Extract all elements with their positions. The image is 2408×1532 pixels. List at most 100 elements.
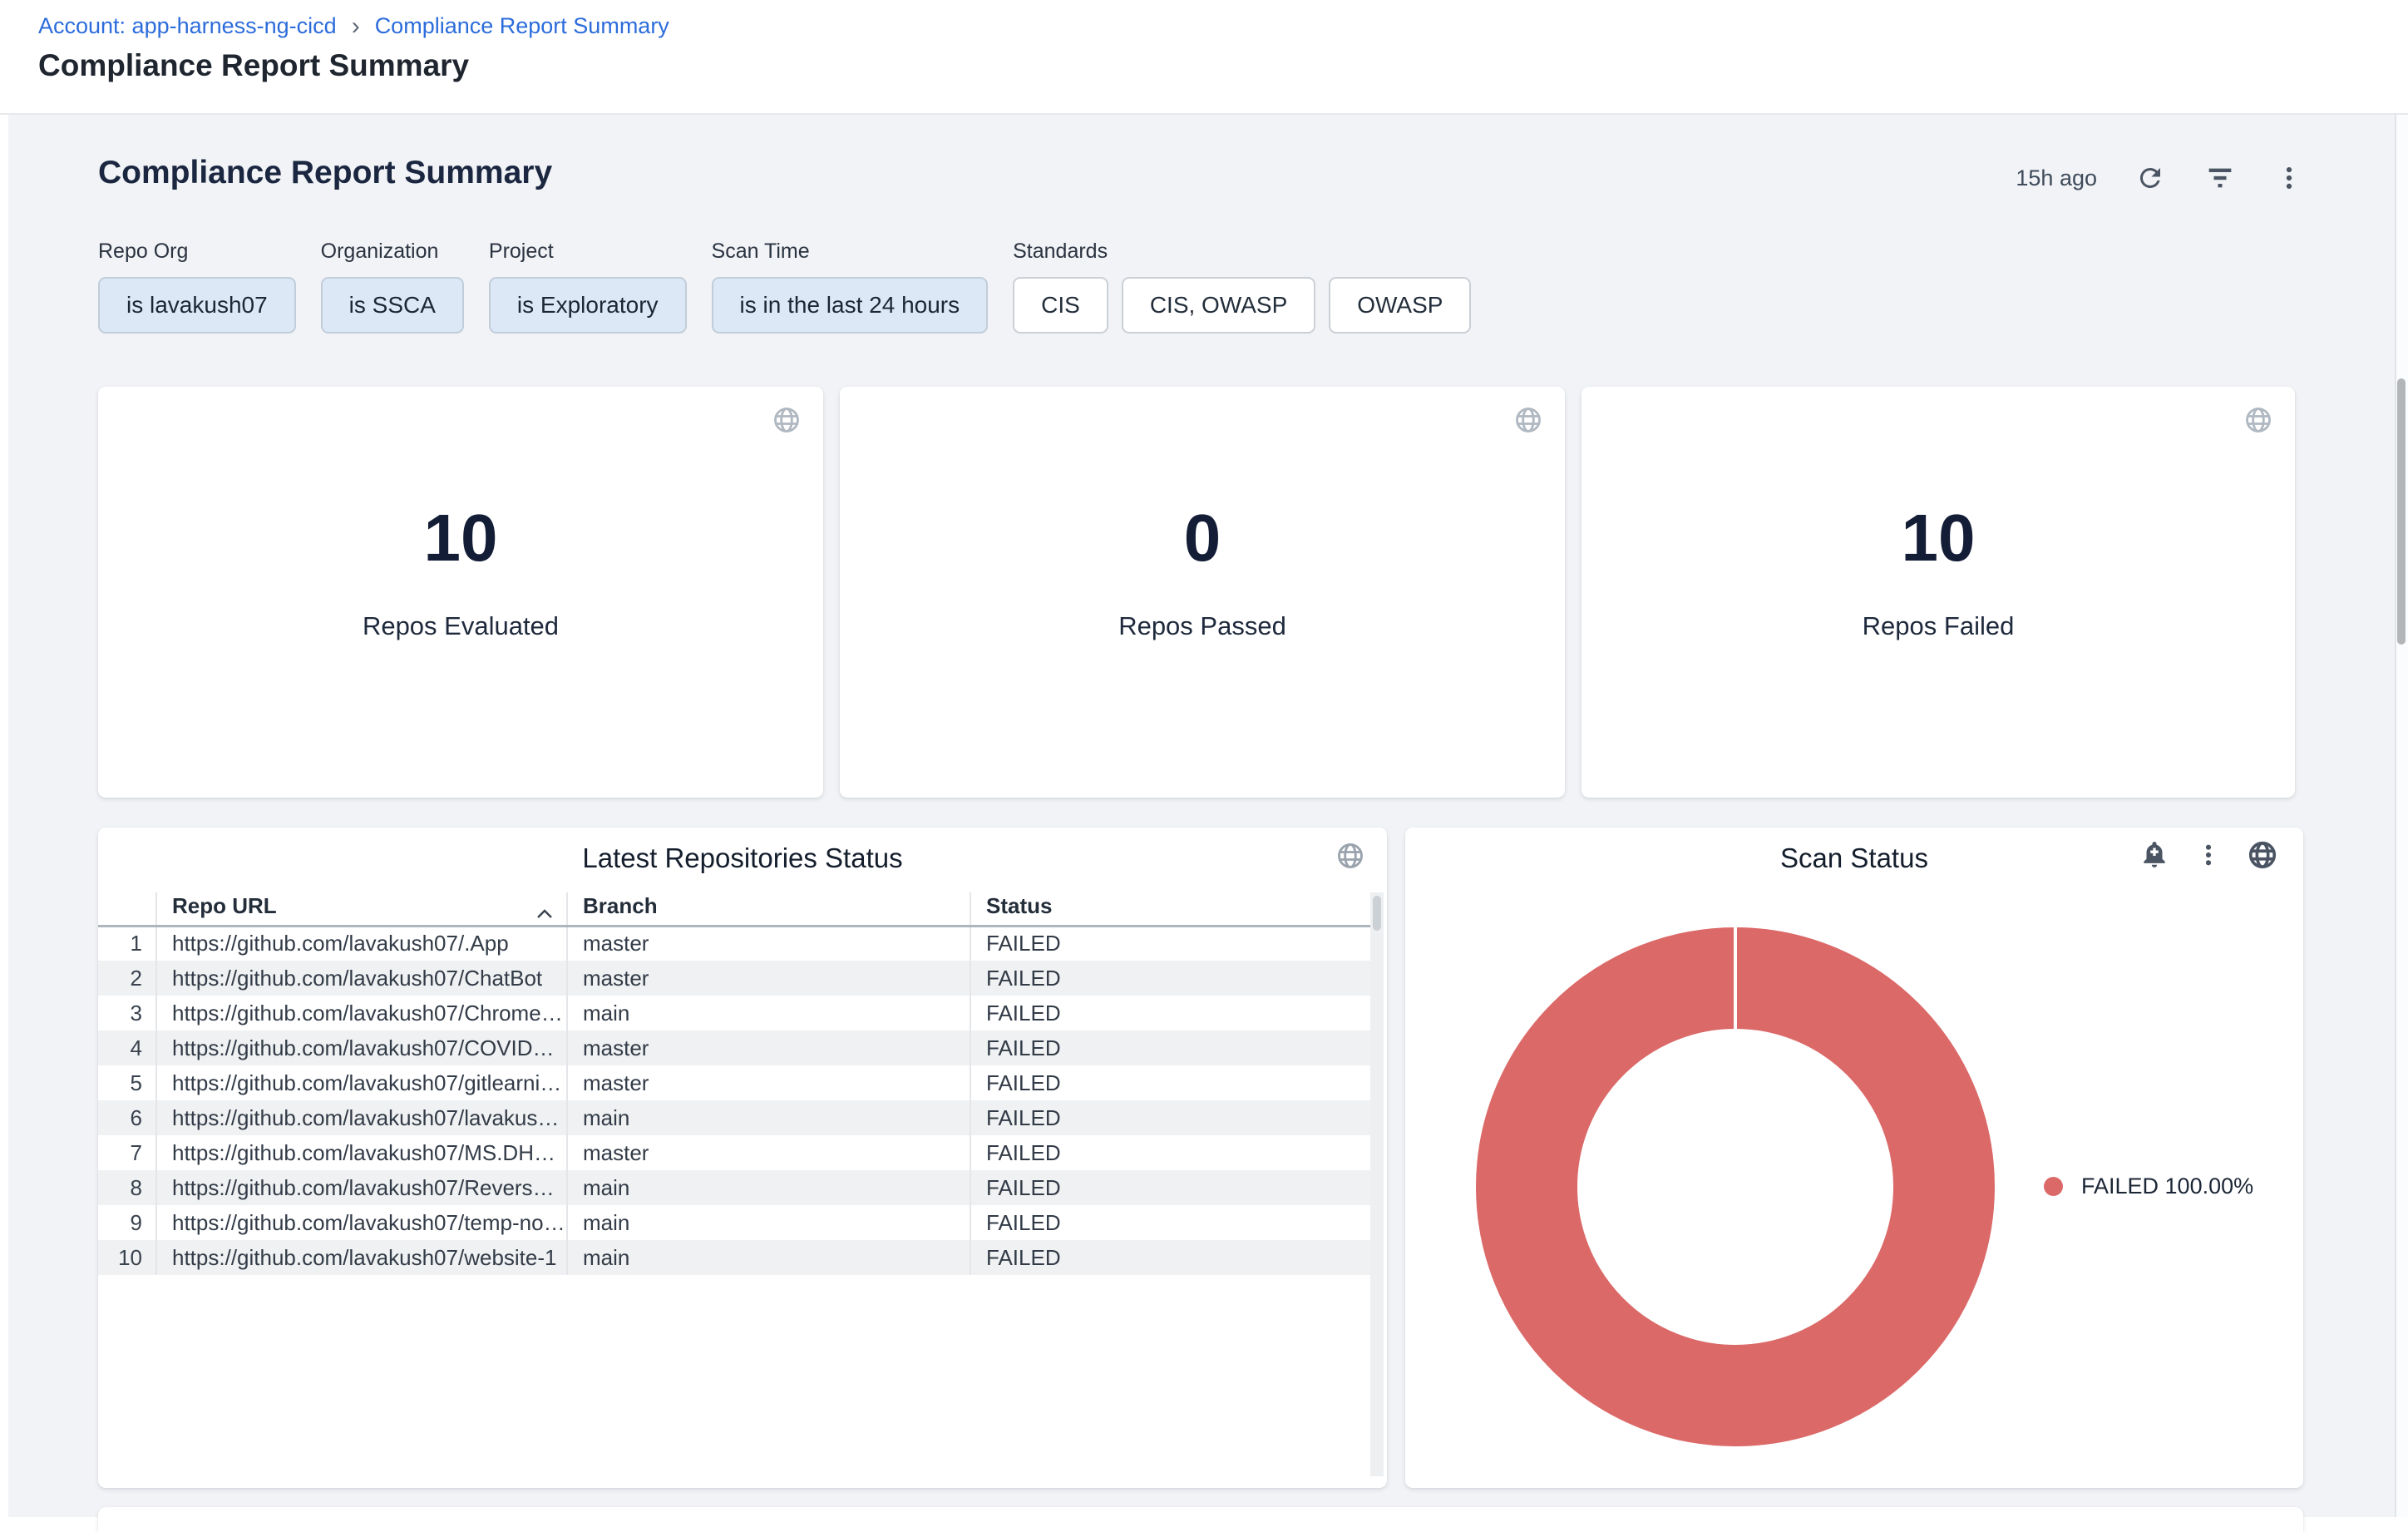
row-number: 1 (98, 926, 156, 961)
stat-tiles-row: 10 Repos Evaluated 0 Repos Passed 10 Rep… (98, 387, 2295, 798)
filter-label: Scan Time (712, 240, 989, 264)
table-row[interactable]: 7 https://github.com/lavakush07/MS.DHO… … (98, 1135, 1374, 1170)
legend-label: FAILED 100.00% (2081, 1174, 2253, 1199)
table-row[interactable]: 1 https://github.com/lavakush07/.App mas… (98, 926, 1374, 961)
row-number: 10 (98, 1240, 156, 1275)
filter-chip-repo-org[interactable]: is lavakush07 (98, 277, 296, 334)
globe-icon (2243, 405, 2273, 439)
table-row[interactable]: 6 https://github.com/lavakush07/lavakush… (98, 1100, 1374, 1135)
cell-status: FAILED (970, 1135, 1374, 1170)
breadcrumb-current-link[interactable]: Compliance Report Summary (375, 13, 669, 39)
kebab-menu-icon[interactable] (2275, 164, 2303, 192)
last-refresh-time: 15h ago (2016, 166, 2097, 191)
cell-repo-url: https://github.com/lavakush07/gitlearni… (156, 1065, 567, 1100)
stat-label: Repos Evaluated (363, 611, 559, 641)
filter-scan-time: Scan Time is in the last 24 hours (712, 240, 989, 334)
scan-status-card: Scan Status (1405, 828, 2303, 1488)
refresh-icon[interactable] (2135, 163, 2165, 193)
cell-branch: main (567, 1100, 970, 1135)
tile-repos-failed: 10 Repos Failed (1581, 387, 2295, 798)
column-header-status[interactable]: Status (970, 892, 1374, 926)
table-row[interactable]: 5 https://github.com/lavakush07/gitlearn… (98, 1065, 1374, 1100)
table-row[interactable]: 4 https://github.com/lavakush07/COVID_T…… (98, 1030, 1374, 1065)
filter-label: Repo Org (98, 240, 296, 264)
filter-organization: Organization is SSCA (321, 240, 464, 334)
cell-repo-url: https://github.com/lavakush07/website-1 (156, 1240, 567, 1275)
table-scrollbar-track[interactable] (1370, 892, 1384, 1476)
filter-chip-project[interactable]: is Exploratory (489, 277, 687, 334)
dashboard-toolbar: 15h ago (1951, 161, 2303, 195)
row-number: 9 (98, 1205, 156, 1240)
row-number: 6 (98, 1100, 156, 1135)
table-row[interactable]: 10 https://github.com/lavakush07/website… (98, 1240, 1374, 1275)
cell-status: FAILED (970, 996, 1374, 1030)
filter-bar: Repo Org is lavakush07 Organization is S… (98, 240, 1471, 334)
table-row[interactable]: 2 https://github.com/lavakush07/ChatBot … (98, 961, 1374, 996)
filter-label: Organization (321, 240, 464, 264)
cell-branch: master (567, 926, 970, 961)
filter-chip-organization[interactable]: is SSCA (321, 277, 464, 334)
tile-repos-passed: 0 Repos Passed (840, 387, 1565, 798)
filter-chip-standards-cis[interactable]: CIS (1013, 277, 1108, 334)
filter-standards: Standards CIS CIS, OWASP OWASP (1013, 240, 1471, 334)
cell-repo-url: https://github.com/lavakush07/COVID_T… (156, 1030, 567, 1065)
page-scrollbar-track[interactable] (2395, 115, 2408, 1517)
row-number: 7 (98, 1135, 156, 1170)
scan-status-donut-chart[interactable] (1473, 925, 1997, 1449)
stat-value: 10 (1902, 500, 1976, 576)
table-row[interactable]: 8 https://github.com/lavakush07/Reverse-… (98, 1170, 1374, 1205)
cell-status: FAILED (970, 926, 1374, 961)
filter-toggle-icon[interactable] (2203, 161, 2237, 195)
cell-repo-url: https://github.com/lavakush07/MS.DHO… (156, 1135, 567, 1170)
row-number: 3 (98, 996, 156, 1030)
cell-repo-url: https://github.com/lavakush07/ChatBot (156, 961, 567, 996)
breadcrumb-chevron-icon: › (352, 15, 360, 37)
stat-value: 10 (424, 500, 498, 576)
table-header-row: Repo URL Branch Status (98, 892, 1374, 926)
row-number-header (98, 892, 156, 926)
top-bar: Account: app-harness-ng-cicd › Complianc… (0, 0, 2408, 115)
cell-branch: main (567, 996, 970, 1030)
filter-label: Project (489, 240, 687, 264)
page-title: Compliance Report Summary (38, 48, 469, 83)
breadcrumb: Account: app-harness-ng-cicd › Complianc… (38, 13, 669, 39)
table-row[interactable]: 3 https://github.com/lavakush07/Chrome-…… (98, 996, 1374, 1030)
stat-label: Repos Failed (1863, 611, 2015, 641)
globe-icon (1335, 841, 1365, 875)
filter-project: Project is Exploratory (489, 240, 687, 334)
stat-label: Repos Passed (1118, 611, 1286, 641)
row-number: 2 (98, 961, 156, 996)
row-number: 5 (98, 1065, 156, 1100)
latest-repositories-status-card: Latest Repositories Status Repo URL (98, 828, 1387, 1488)
cell-branch: master (567, 1065, 970, 1100)
kebab-menu-icon[interactable] (2195, 842, 2222, 868)
globe-icon (1513, 405, 1543, 439)
stat-value: 0 (1184, 500, 1221, 576)
filter-chip-standards-cis-owasp[interactable]: CIS, OWASP (1122, 277, 1315, 334)
cell-repo-url: https://github.com/lavakush07/Chrome-… (156, 996, 567, 1030)
cell-status: FAILED (970, 1100, 1374, 1135)
repositories-table: Repo URL Branch Status 1 https://github.… (98, 892, 1374, 1275)
legend-item-failed[interactable]: FAILED 100.00% (2044, 1174, 2253, 1199)
tile-repos-evaluated: 10 Repos Evaluated (98, 387, 823, 798)
filter-label: Standards (1013, 240, 1471, 264)
sort-ascending-icon (535, 901, 555, 927)
page-scrollbar-thumb[interactable] (2397, 378, 2406, 645)
filter-chip-standards-owasp[interactable]: OWASP (1329, 277, 1471, 334)
cell-branch: master (567, 1030, 970, 1065)
breadcrumb-account-link[interactable]: Account: app-harness-ng-cicd (38, 13, 337, 39)
table-scrollbar-thumb[interactable] (1373, 896, 1381, 931)
cell-status: FAILED (970, 1065, 1374, 1100)
cell-status: FAILED (970, 1170, 1374, 1205)
cell-branch: main (567, 1240, 970, 1275)
cell-branch: master (567, 1135, 970, 1170)
column-header-repo-url[interactable]: Repo URL (156, 892, 567, 926)
table-row[interactable]: 9 https://github.com/lavakush07/temp-no…… (98, 1205, 1374, 1240)
alert-bell-add-icon[interactable] (2139, 839, 2170, 871)
column-header-branch[interactable]: Branch (567, 892, 970, 926)
cell-status: FAILED (970, 1205, 1374, 1240)
filter-chip-scan-time[interactable]: is in the last 24 hours (712, 277, 989, 334)
scan-card-actions (2139, 839, 2278, 871)
cell-repo-url: https://github.com/lavakush07/Reverse-… (156, 1170, 567, 1205)
globe-icon (772, 405, 802, 439)
